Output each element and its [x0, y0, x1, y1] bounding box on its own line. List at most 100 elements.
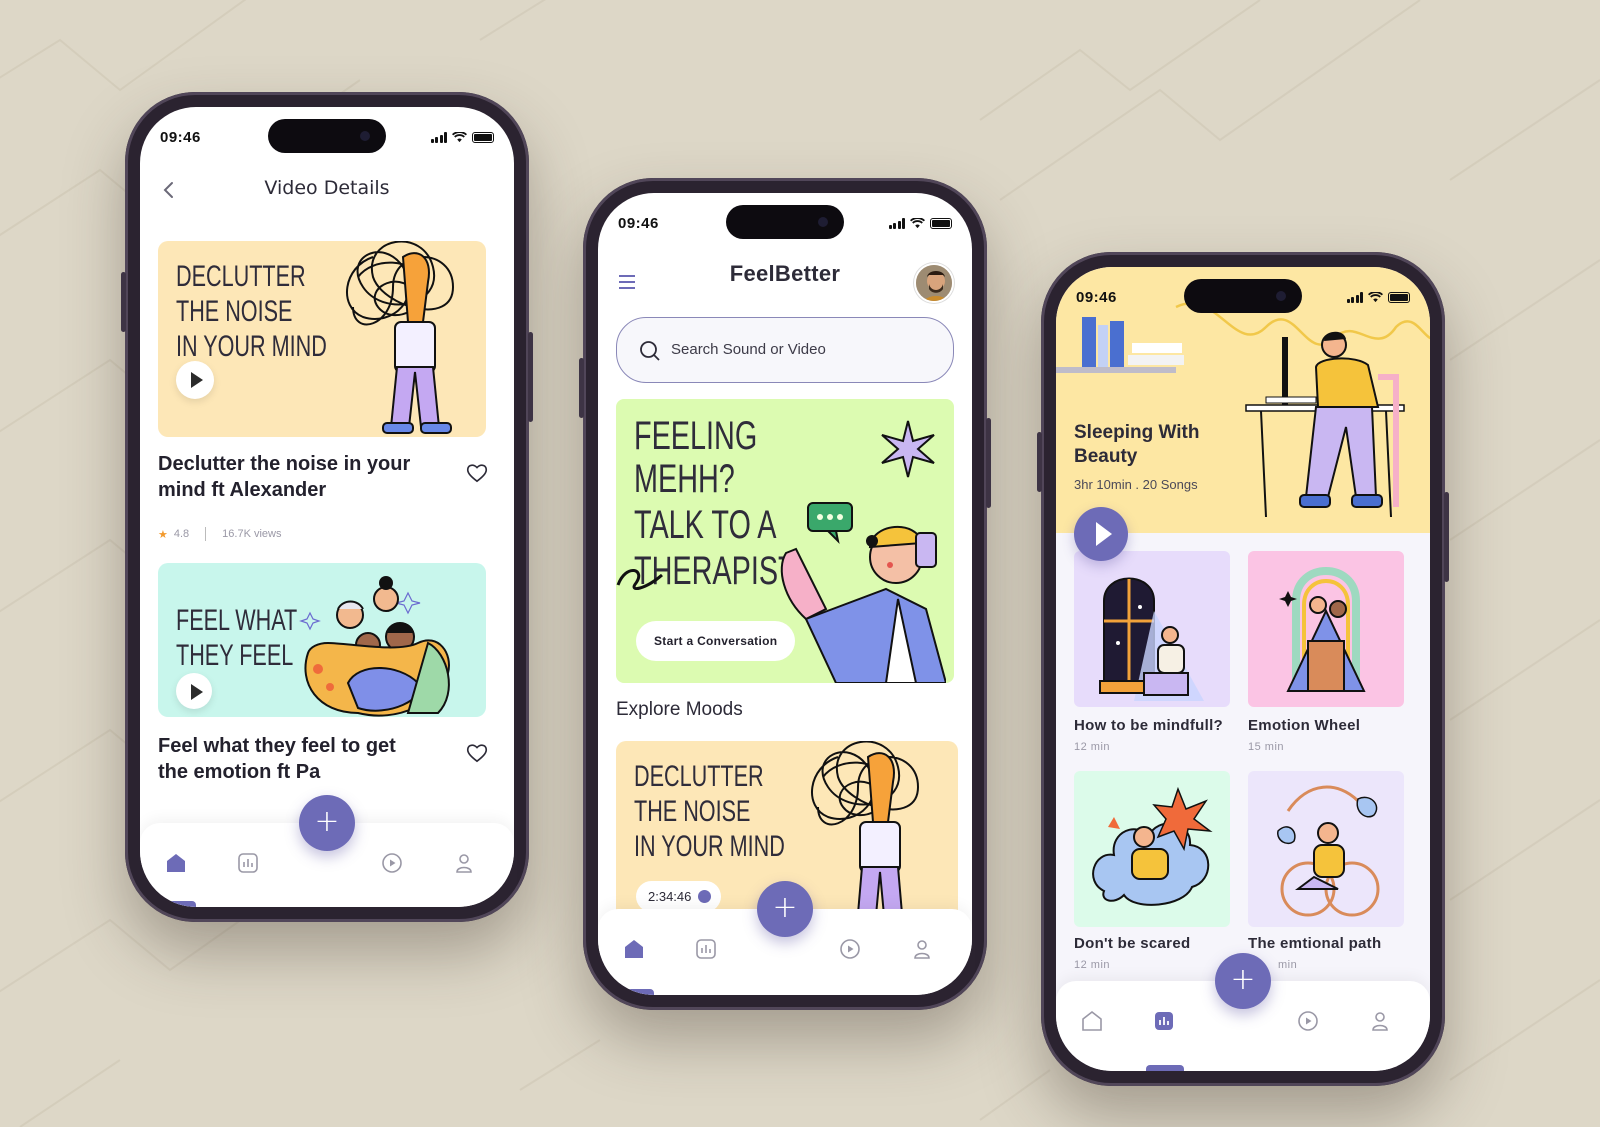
search-field[interactable]: Search Sound or Video: [616, 317, 954, 383]
nav-videos[interactable]: [1296, 1009, 1320, 1033]
video-title: Declutter the noise in your mind ft Alex…: [158, 451, 448, 503]
art-line: THE NOISE: [634, 795, 751, 828]
heart-icon[interactable]: [466, 743, 488, 763]
nav-videos[interactable]: [380, 851, 404, 875]
screen: 09:46 Video Details DECLUTTER THE NOISE …: [140, 107, 514, 907]
art-line: DECLUTTER: [176, 260, 306, 293]
nav-stats[interactable]: [1152, 1009, 1176, 1033]
tile-duration: 12 min: [1074, 741, 1111, 753]
play-circle-icon: [382, 853, 402, 873]
divider: [205, 527, 207, 541]
play-button[interactable]: [176, 361, 214, 399]
arch-embrace-illustration: [1279, 567, 1366, 692]
star-icon: ★: [158, 528, 168, 541]
title-line: Feel what they feel to get: [158, 735, 396, 757]
nav-videos[interactable]: [838, 937, 862, 961]
tile-mindful[interactable]: [1074, 551, 1230, 707]
dynamic-island: [268, 119, 386, 153]
home-icon: [167, 854, 185, 872]
nav-profile[interactable]: [910, 937, 934, 961]
phone-library: 09:46 Sleeping With Beauty 3hr 10min . 2…: [1037, 252, 1449, 1086]
dynamic-island: [1184, 279, 1302, 313]
status-time: 09:46: [618, 215, 659, 232]
chart-icon: [1155, 1012, 1173, 1030]
play-circle-icon: [1298, 1011, 1318, 1031]
screen: 09:46 Sleeping With Beauty 3hr 10min . 2…: [1056, 267, 1430, 1071]
tile-duration: min: [1278, 959, 1298, 971]
bottom-nav: +: [140, 795, 514, 907]
tangled-mind-illustration: [346, 241, 455, 434]
play-circle-icon: [840, 939, 860, 959]
tile-duration: 12 min: [1074, 959, 1111, 971]
tile-emotional-path[interactable]: [1248, 771, 1404, 927]
battery-icon: [472, 132, 494, 143]
title-line: Beauty: [1074, 446, 1138, 467]
video-card-feel[interactable]: FEEL WHAT THEY FEEL: [158, 563, 486, 717]
active-indicator: [1146, 1065, 1184, 1071]
heart-icon[interactable]: [466, 463, 488, 483]
nav-home[interactable]: [1080, 1009, 1104, 1033]
art-line: THE NOISE: [176, 295, 293, 328]
nav-profile[interactable]: [1368, 1009, 1392, 1033]
play-button[interactable]: [176, 673, 212, 709]
tile-dont-be-scared[interactable]: [1074, 771, 1230, 927]
therapist-call-illustration: [780, 502, 946, 683]
art-line: IN YOUR MIND: [176, 330, 327, 363]
video-title: Feel what they feel to get the emotion f…: [158, 733, 448, 785]
nav-stats[interactable]: [694, 937, 718, 961]
bottom-nav: +: [598, 881, 972, 995]
wheelchair-flowers-illustration: [1277, 785, 1380, 917]
therapist-promo-banner[interactable]: FEELING MEHH? TALK TO A THERAPIST. Start…: [616, 399, 954, 683]
tile-label: How to be mindfull?: [1074, 717, 1224, 734]
hero-subtitle: 3hr 10min . 20 Songs: [1074, 477, 1198, 492]
user-icon: [914, 940, 930, 959]
wifi-icon: [452, 132, 467, 143]
signal-icon: [430, 132, 447, 143]
nav-home[interactable]: [622, 937, 646, 961]
video-card-declutter[interactable]: DECLUTTER THE NOISE IN YOUR MIND: [158, 241, 486, 437]
nav-home[interactable]: [164, 851, 188, 875]
avatar[interactable]: [914, 263, 954, 303]
tile-emotion-wheel[interactable]: [1248, 551, 1404, 707]
window-meditation-illustration: [1099, 577, 1204, 701]
tile-label: Emotion Wheel: [1248, 717, 1361, 734]
squiggle-icon: [616, 569, 663, 591]
signal-icon: [1346, 292, 1363, 303]
tile-duration: 15 min: [1248, 741, 1285, 753]
tile-label: Don't be scared: [1074, 935, 1191, 952]
nav-stats[interactable]: [236, 851, 260, 875]
phone-video-details: 09:46 Video Details DECLUTTER THE NOISE …: [121, 92, 533, 922]
title-line: mind ft Alexander: [158, 479, 327, 501]
add-button[interactable]: +: [1215, 953, 1271, 1009]
user-icon: [456, 854, 472, 873]
views-count: 16.7K views: [222, 528, 282, 540]
add-button[interactable]: +: [757, 881, 813, 937]
start-conversation-button[interactable]: Start a Conversation: [636, 621, 796, 661]
battery-icon: [930, 218, 952, 229]
active-indicator: [158, 901, 196, 907]
avatar-portrait: [916, 265, 952, 301]
add-button[interactable]: +: [299, 795, 355, 851]
hugging-family-illustration: [299, 576, 450, 717]
bottom-nav: +: [1056, 953, 1430, 1071]
title-line: the emotion ft Pa: [158, 761, 321, 783]
promo-line: FEELING MEHH?: [634, 414, 758, 502]
status-time: 09:46: [1076, 289, 1117, 306]
screen: 09:46 FeelBetter Search Sound or Video F…: [598, 193, 972, 995]
duration-badge: 2:34:46: [636, 881, 722, 912]
art-line: IN YOUR MIND: [634, 830, 785, 863]
tile-label: The emtional path: [1248, 935, 1382, 952]
art-line: DECLUTTER: [634, 760, 764, 793]
chart-icon: [696, 939, 716, 959]
battery-icon: [1388, 292, 1410, 303]
chart-icon: [238, 853, 258, 873]
hero-title: Sleeping With Beauty: [1074, 421, 1199, 469]
sparkle-icon: [881, 420, 935, 478]
dynamic-island: [726, 205, 844, 239]
play-button[interactable]: [1074, 507, 1128, 561]
status-time: 09:46: [160, 129, 201, 146]
nav-profile[interactable]: [452, 851, 476, 875]
search-icon: [640, 341, 660, 361]
title-line: Sleeping With: [1074, 422, 1200, 443]
rating: 4.8: [173, 528, 190, 540]
